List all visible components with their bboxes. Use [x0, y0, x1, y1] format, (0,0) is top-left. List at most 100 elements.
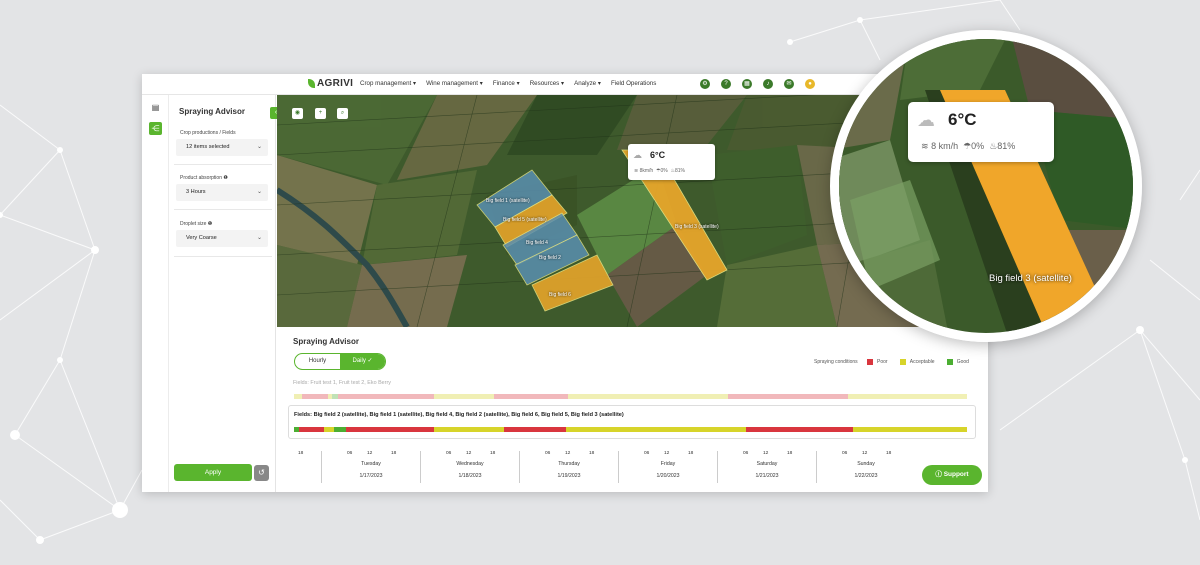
spraying-advisor-section: Spraying Advisor Hourly Daily ✓ Spraying… — [277, 327, 988, 492]
settings-panel: Spraying Advisor Crop productions / Fiel… — [170, 95, 276, 492]
eye-icon: ◉ — [294, 110, 301, 116]
zoomed-weather-details: ≋ 8 km/h ☂0% ♨81% — [921, 141, 1016, 151]
divider — [174, 164, 272, 165]
chat-icon[interactable]: ✉ — [784, 79, 794, 89]
support-button[interactable]: ⓘ Support — [922, 465, 982, 485]
hour-tick: 12 — [664, 451, 670, 456]
nav-field-operations[interactable]: Field Operations — [611, 80, 656, 87]
settings-icon[interactable]: ⚙ — [700, 79, 710, 89]
reset-button[interactable]: ↺ — [254, 465, 269, 481]
chevron-down-icon: ⌄ — [256, 235, 262, 241]
day-name: Thursday — [558, 461, 580, 467]
legend-swatch-poor — [867, 359, 874, 365]
day-separator — [519, 451, 520, 483]
day-column: 06 12 18 Thursday 1/19/2023 — [519, 451, 619, 489]
legend-swatch-acceptable — [899, 359, 906, 365]
day-name: Sunday — [857, 461, 875, 467]
day-column: 06 12 18 Sunday 1/22/2023 — [816, 451, 916, 489]
hour-tick: 12 — [565, 451, 571, 456]
hour-tick: 18 — [886, 451, 892, 456]
field-label: Big field 5 (satellite) — [503, 217, 547, 223]
section-title: Spraying Advisor — [293, 337, 359, 346]
weather-details: ≋ 8km/h ☂0% ♨81% — [634, 168, 685, 174]
field-label: Big field 6 — [549, 292, 571, 298]
fields-group-2-label: Fields: Big field 2 (satellite), Big fie… — [294, 412, 624, 418]
hour-tick: 18 — [298, 451, 304, 456]
cloud-sun-icon: ☁ — [633, 150, 642, 160]
nav-resources[interactable]: Resources ▾ — [530, 80, 564, 87]
day-date: 1/20/2023 — [656, 473, 680, 479]
day-name: Wednesday — [456, 461, 484, 467]
hour-tick: 06 — [347, 451, 353, 456]
day-column: 06 12 18 Friday 1/20/2023 — [618, 451, 718, 489]
crop-productions-label: Crop productions / Fields — [180, 130, 236, 136]
weather-temperature: 6°C — [650, 150, 666, 160]
day-column: 06 12 18 Wednesday 1/18/2023 — [420, 451, 520, 489]
help-icon[interactable]: ? — [721, 79, 731, 89]
field-label: Big field 3 (satellite) — [675, 224, 719, 230]
notification-bell-icon[interactable]: ♪ — [763, 79, 773, 89]
product-absorption-label: Product absorption ❶ — [180, 175, 228, 181]
left-rail: ▤ ⋲ — [142, 95, 169, 492]
hour-tick: 12 — [862, 451, 868, 456]
day-date: 1/17/2023 — [359, 473, 383, 479]
day-date: 1/18/2023 — [458, 473, 482, 479]
droplet-size-label: Droplet size ❶ — [180, 221, 213, 227]
nav-finance[interactable]: Finance ▾ — [493, 80, 520, 87]
conditions-bar-group-1[interactable] — [294, 394, 967, 399]
conditions-bar-group-2[interactable] — [294, 427, 967, 432]
product-absorption-select[interactable]: 3 Hours ⌄ — [176, 184, 268, 201]
spraying-conditions-legend: Spraying conditions Poor Acceptable Good — [814, 359, 969, 365]
spraying-advisor-icon[interactable]: ⋲ — [149, 122, 162, 135]
fields-group-2-card[interactable]: Fields: Big field 2 (satellite), Big fie… — [288, 405, 976, 439]
hour-tick: 12 — [763, 451, 769, 456]
hour-tick: 18 — [589, 451, 595, 456]
user-avatar-icon[interactable]: ● — [805, 79, 815, 89]
search-icon: ⌕ — [340, 110, 345, 116]
divider — [174, 256, 272, 257]
zoomed-weather-popup: ☁ 6°C ≋ 8 km/h ☂0% ♨81% — [908, 102, 1054, 162]
refresh-icon: ↺ — [258, 468, 265, 477]
hour-tick: 12 — [466, 451, 472, 456]
panel-title: Spraying Advisor — [179, 107, 245, 116]
toggle-daily[interactable]: Daily ✓ — [340, 354, 385, 369]
day-date: 1/22/2023 — [854, 473, 878, 479]
nav-analyze[interactable]: Analyze ▾ — [574, 80, 601, 87]
apply-button[interactable]: Apply — [174, 464, 252, 481]
hour-tick: 18 — [688, 451, 694, 456]
day-column: 06 12 18 Tuesday 1/17/2023 — [321, 451, 421, 489]
hour-tick: 06 — [644, 451, 650, 456]
wind-icon: ≋ — [634, 168, 639, 174]
hour-tick: 06 — [545, 451, 551, 456]
crop-productions-select[interactable]: 12 items selected ⌄ — [176, 139, 268, 156]
day-separator — [816, 451, 817, 483]
day-separator — [321, 451, 322, 483]
hour-tick: 12 — [367, 451, 373, 456]
day-separator — [420, 451, 421, 483]
day-column: 06 12 18 Saturday 1/21/2023 — [717, 451, 817, 489]
day-separator — [717, 451, 718, 483]
nav-wine-management[interactable]: Wine management ▾ — [426, 80, 483, 87]
field-label: Big field 2 — [539, 255, 561, 261]
toggle-hourly[interactable]: Hourly — [295, 354, 340, 369]
zoomed-map-imagery — [839, 39, 1133, 333]
clipboard-icon[interactable]: ▤ — [149, 101, 162, 114]
rain-icon: ☂ — [963, 141, 972, 151]
day-separator — [618, 451, 619, 483]
cloud-sun-icon: ☁ — [917, 110, 935, 130]
nav-crop-management[interactable]: Crop management ▾ — [360, 80, 416, 87]
timeline-axis: 18 06 12 18 Tuesday 1/17/2023 06 12 18 Wednesday… — [293, 451, 973, 489]
map-zoom-in-button[interactable]: + — [315, 108, 326, 119]
fields-group-1-label: Fields: Fruit test 1, Fruit test 2, Eko … — [293, 380, 391, 386]
chevron-down-icon: ⌄ — [256, 144, 262, 150]
hour-tick: 06 — [446, 451, 452, 456]
day-date: 1/19/2023 — [557, 473, 581, 479]
map-layers-button[interactable]: ◉ — [292, 108, 303, 119]
field-label: Big field 4 — [526, 240, 548, 246]
map-search-button[interactable]: ⌕ — [337, 108, 348, 119]
leaf-icon — [308, 79, 315, 88]
agrivi-logo[interactable]: AGRIVI — [308, 78, 353, 89]
calendar-icon[interactable]: ▦ — [742, 79, 752, 89]
droplet-size-select[interactable]: Very Coarse ⌄ — [176, 230, 268, 247]
help-circle-icon: ⓘ — [935, 471, 942, 478]
